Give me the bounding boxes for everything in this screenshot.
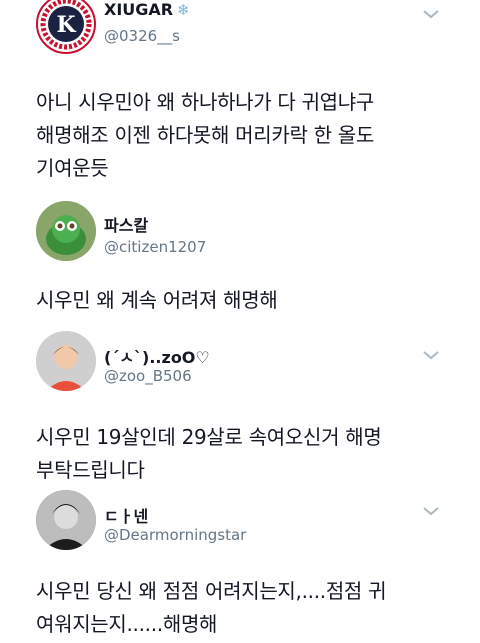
avatar[interactable] — [36, 331, 96, 391]
display-name: (ˊㅅˋ)..zoO♡ — [104, 348, 210, 367]
tweet-text: 시우민 당신 왜 점점 어려지는지,....점점 귀 여워지는지......해명… — [36, 579, 387, 636]
tweet-text: 시우민 왜 계속 어려져 해명해 — [36, 288, 278, 312]
chevron-down-icon[interactable] — [422, 8, 440, 20]
chevron-down-icon[interactable] — [422, 349, 440, 361]
display-name-row[interactable]: XIUGAR ❄ — [104, 0, 190, 19]
display-name-row[interactable]: 파스칼 — [104, 212, 148, 236]
user-handle[interactable]: @0326__s — [104, 27, 180, 45]
snowflake-icon: ❄ — [177, 0, 190, 19]
display-name-row[interactable]: (ˊㅅˋ)..zoO♡ — [104, 344, 210, 368]
avatar-logo-icon: K — [39, 0, 93, 51]
tweet-text: 아니 시우민아 왜 하나하나가 다 귀엽냐구 해명해조 이젠 하다못해 머리카락… — [36, 90, 374, 180]
user-handle[interactable]: @citizen1207 — [104, 238, 206, 256]
display-name: XIUGAR — [104, 0, 174, 19]
tweet-3: (ˊㅅˋ)..zoO♡ @zoo_B506 시우민 19살인데 29살로 속여오… — [0, 323, 480, 485]
tweet-2: 파스칼 @citizen1207 시우민 왜 계속 어려져 해명해 — [0, 198, 480, 323]
avatar[interactable]: K — [36, 0, 96, 54]
user-handle[interactable]: @Dearmorningstar — [104, 526, 246, 544]
user-handle[interactable]: @zoo_B506 — [104, 367, 192, 385]
tweet-4: ㄷㅏ넨 @Dearmorningstar 시우민 당신 왜 점점 어려지는지,.… — [0, 485, 480, 643]
display-name: 파스칼 — [104, 216, 149, 235]
chameleon-avatar-icon — [36, 201, 96, 261]
tweet-1: K XIUGAR ❄ @0326__s 아니 시우민아 왜 하나하나가 다 귀엽… — [0, 0, 480, 198]
tweet-text: 시우민 19살인데 29살로 속여오신거 해명 부탁드립니다 — [36, 425, 382, 482]
person-avatar-icon — [36, 331, 96, 391]
display-name: ㄷㅏ넨 — [104, 507, 149, 526]
chevron-down-icon[interactable] — [422, 505, 440, 517]
avatar[interactable] — [36, 490, 96, 550]
display-name-row[interactable]: ㄷㅏ넨 — [104, 503, 148, 527]
person-avatar-icon — [36, 490, 96, 550]
avatar[interactable] — [36, 201, 96, 261]
svg-text:K: K — [56, 12, 76, 38]
